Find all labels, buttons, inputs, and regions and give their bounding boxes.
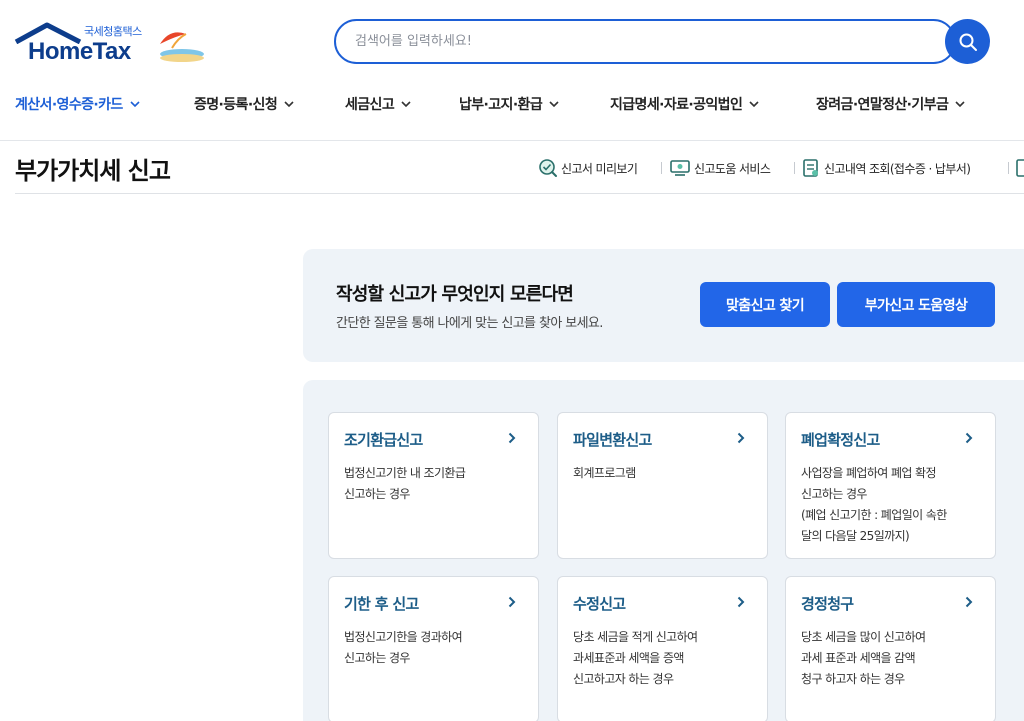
search-doc-icon xyxy=(538,158,558,178)
card-description: 사업장을 폐업하여 폐업 확정 신고하는 경우 (폐업 신고기한 : 폐업일이 … xyxy=(801,466,947,543)
chevron-right-icon xyxy=(965,432,973,444)
beach-umbrella-icon xyxy=(160,32,204,62)
card-title: 폐업확정신고 xyxy=(801,431,880,449)
chevron-down-icon xyxy=(549,100,559,108)
search-icon xyxy=(959,33,977,51)
chevron-right-icon xyxy=(737,432,745,444)
chevron-right-icon xyxy=(508,596,516,608)
chevron-down-icon xyxy=(401,100,411,108)
card-description: 법정신고기한 내 조기환급 신고하는 경우 xyxy=(344,466,466,501)
monitor-icon xyxy=(669,158,691,178)
card-title: 수정신고 xyxy=(573,595,626,613)
card-title: 조기환급신고 xyxy=(344,431,423,449)
util-preview-link[interactable]: 신고서 미리보기 xyxy=(538,158,638,178)
chevron-right-icon xyxy=(508,432,516,444)
nav-item-incentives[interactable]: 장려금·연말정산·기부금 xyxy=(816,86,965,122)
card-title: 파일변환신고 xyxy=(573,431,652,449)
nav-item-receipts[interactable]: 계산서·영수증·카드 xyxy=(15,86,140,122)
card-amended-report[interactable]: 수정신고 당초 세금을 적게 신고하여 과세표준과 세액을 증액 신고하고자 하… xyxy=(557,576,768,721)
nav-label: 세금신고 xyxy=(345,97,395,113)
nav-item-certificates[interactable]: 증명·등록·신청 xyxy=(194,86,294,122)
card-description: 당초 세금을 적게 신고하여 과세표준과 세액을 증액 신고하고자 하는 경우 xyxy=(573,630,698,686)
search-button[interactable] xyxy=(945,19,990,64)
guide-banner: 작성할 신고가 무엇인지 모른다면 간단한 질문을 통해 나에게 맞는 신고를 … xyxy=(303,249,1024,362)
util-separator xyxy=(794,162,795,174)
card-early-refund[interactable]: 조기환급신고 법정신고기한 내 조기환급 신고하는 경우 xyxy=(328,412,539,559)
nav-label: 장려금·연말정산·기부금 xyxy=(816,97,949,113)
card-description: 법정신고기한을 경과하여 신고하는 경우 xyxy=(344,630,463,665)
chevron-down-icon xyxy=(749,100,759,108)
card-description: 당초 세금을 많이 신고하여 과세 표준과 세액을 감액 청구 하고자 하는 경… xyxy=(801,630,926,686)
guide-description: 간단한 질문을 통해 나에게 맞는 신고를 찾아 보세요. xyxy=(336,316,603,331)
card-closure-report[interactable]: 폐업확정신고 사업장을 폐업하여 폐업 확정 신고하는 경우 (폐업 신고기한 … xyxy=(785,412,996,559)
document-icon xyxy=(1015,158,1024,178)
page-title: 부가가치세 신고 xyxy=(15,157,171,185)
util-label: 신고서 미리보기 xyxy=(561,161,638,176)
search-input[interactable] xyxy=(336,21,954,62)
hometax-logo[interactable]: 국세청홈택스 HomeTax xyxy=(14,20,214,70)
util-separator xyxy=(661,162,662,174)
guide-title: 작성할 신고가 무엇인지 모른다면 xyxy=(336,284,574,305)
card-late-report[interactable]: 기한 후 신고 법정신고기한을 경과하여 신고하는 경우 xyxy=(328,576,539,721)
util-history-link[interactable]: 신고내역 조회(접수증 · 납부서) xyxy=(801,158,971,178)
chevron-down-icon xyxy=(130,100,140,108)
nav-item-statements[interactable]: 지급명세·자료·공익법인 xyxy=(610,86,759,122)
nav-item-tax-report[interactable]: 세금신고 xyxy=(345,86,411,122)
main-nav: 계산서·영수증·카드 증명·등록·신청 세금신고 납부·고지·환급 지급명세·자… xyxy=(0,86,1024,122)
help-video-button[interactable]: 부가신고 도움영상 xyxy=(837,282,995,327)
title-divider xyxy=(15,193,1024,194)
nav-label: 계산서·영수증·카드 xyxy=(15,97,123,113)
chevron-down-icon xyxy=(955,100,965,108)
util-more-link[interactable] xyxy=(1015,158,1024,178)
card-refund-claim[interactable]: 경정청구 당초 세금을 많이 신고하여 과세 표준과 세액을 감액 청구 하고자… xyxy=(785,576,996,721)
util-label: 신고내역 조회(접수증 · 납부서) xyxy=(824,161,971,176)
chevron-right-icon xyxy=(965,596,973,608)
card-description: 회계프로그램 xyxy=(573,466,636,480)
document-list-icon xyxy=(801,158,821,178)
nav-item-payment[interactable]: 납부·고지·환급 xyxy=(459,86,559,122)
util-help-service-link[interactable]: 신고도움 서비스 xyxy=(669,158,771,178)
report-type-panel: 조기환급신고 법정신고기한 내 조기환급 신고하는 경우 파일변환신고 회계프로… xyxy=(303,380,1024,721)
util-label: 신고도움 서비스 xyxy=(694,161,771,176)
logo-title: HomeTax xyxy=(28,38,131,65)
nav-label: 지급명세·자료·공익법인 xyxy=(610,97,743,113)
card-file-conversion[interactable]: 파일변환신고 회계프로그램 xyxy=(557,412,768,559)
logo-subtitle: 국세청홈택스 xyxy=(84,25,142,38)
chevron-down-icon xyxy=(284,100,294,108)
util-separator xyxy=(1008,162,1009,174)
header-divider xyxy=(0,140,1024,141)
card-title: 기한 후 신고 xyxy=(344,595,419,613)
find-report-button[interactable]: 맞춤신고 찾기 xyxy=(700,282,830,327)
chevron-right-icon xyxy=(737,596,745,608)
nav-label: 납부·고지·환급 xyxy=(459,97,543,113)
search-box xyxy=(334,19,956,64)
card-title: 경정청구 xyxy=(801,595,854,613)
nav-label: 증명·등록·신청 xyxy=(194,97,278,113)
